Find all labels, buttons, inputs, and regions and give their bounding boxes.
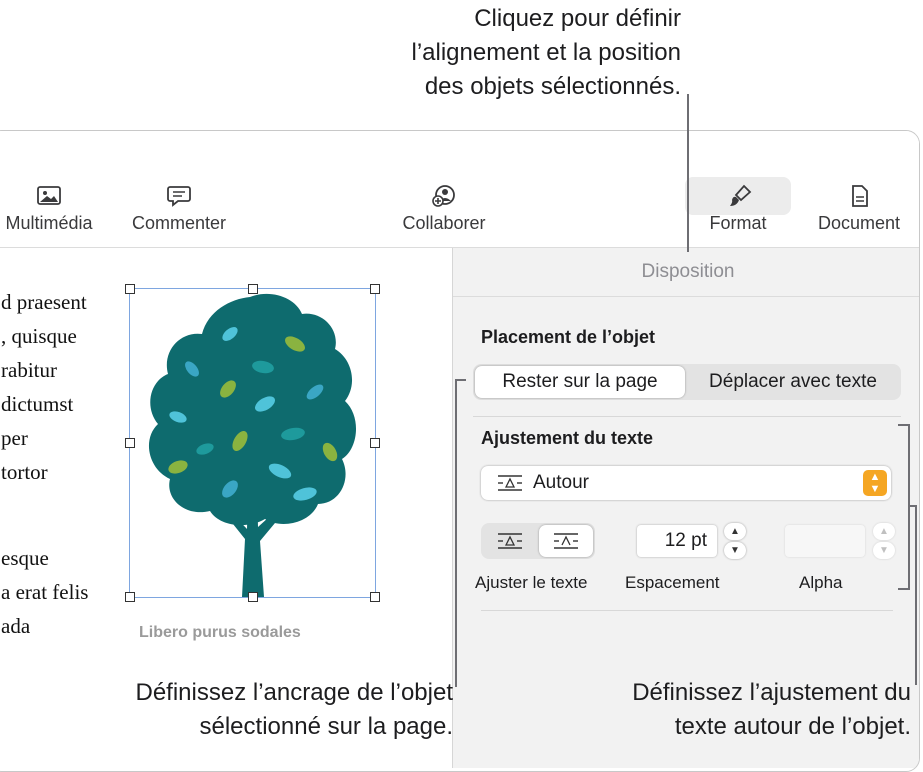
popup-chevrons-icon: ▲ ▼ <box>863 470 887 496</box>
callout-line: texte autour de l’objet. <box>674 713 911 740</box>
collaborate-button[interactable]: Collaborer <box>389 183 499 234</box>
toolbar: Multimédia Commenter Collaborer Format D… <box>0 131 919 248</box>
paintbrush-icon <box>730 184 752 206</box>
text-line: tortor <box>1 460 48 484</box>
callout-line: sélectionné sur la page. <box>199 713 454 740</box>
tab-disposition[interactable]: Disposition <box>453 248 919 297</box>
collaborate-icon <box>432 185 455 207</box>
callout-line: l’alignement et la position <box>411 39 682 66</box>
wrap-popup-value: Autour <box>533 472 589 493</box>
comment-label: Commenter <box>131 213 227 233</box>
photo-icon <box>37 186 61 205</box>
resize-handle[interactable] <box>125 284 135 294</box>
image-caption: Libero purus sodales <box>139 624 301 641</box>
callout-leader-line <box>687 94 689 252</box>
chevron-up-icon[interactable]: ▲ <box>724 523 746 540</box>
callout-line: Cliquez pour définir <box>474 5 681 32</box>
fit-text-label: Ajuster le texte <box>475 573 588 592</box>
spacing-value: 12 pt <box>664 530 707 551</box>
alpha-stepper[interactable]: ▲ ▼ <box>873 523 895 559</box>
wrap-title: Ajustement du texte <box>481 428 654 448</box>
chevron-down-icon[interactable]: ▼ <box>873 542 895 559</box>
placement-title: Placement de l’objet <box>481 327 656 347</box>
media-button[interactable]: Multimédia <box>0 183 109 234</box>
tree-image <box>148 293 357 597</box>
resize-handle[interactable] <box>370 284 380 294</box>
resize-handle[interactable] <box>248 284 258 294</box>
wrap-around-icon <box>498 475 522 491</box>
comment-button[interactable]: Commenter <box>119 183 239 234</box>
spacing-field[interactable]: 12 pt <box>637 525 717 557</box>
callout-bottom-left: Définissez l’ancrage de l’objet sélectio… <box>135 676 453 744</box>
wrap-left-icon <box>498 533 522 549</box>
chevron-up-icon[interactable]: ▲ <box>873 523 895 540</box>
collaborate-label: Collaborer <box>402 213 486 233</box>
text-line: esque <box>1 546 49 570</box>
spacing-stepper[interactable]: ▲ ▼ <box>724 523 746 559</box>
chevron-down-icon[interactable]: ▼ <box>724 542 746 559</box>
text-line: per <box>1 426 28 450</box>
divider <box>473 416 901 417</box>
callout-line: des objets sélectionnés. <box>424 73 681 100</box>
media-label: Multimédia <box>5 213 93 233</box>
callout-top: Cliquez pour définir l’alignement et la … <box>412 2 682 104</box>
move-with-text-option[interactable]: Déplacer avec texte <box>687 366 899 398</box>
document-icon <box>852 185 868 207</box>
alpha-label: Alpha <box>799 573 843 592</box>
fit-text-option-1[interactable] <box>483 525 537 557</box>
text-line: ada <box>1 614 31 638</box>
resize-handle[interactable] <box>370 438 380 448</box>
resize-handle[interactable] <box>370 592 380 602</box>
resize-handle[interactable] <box>125 438 135 448</box>
wrap-popup[interactable]: Autour ▲ ▼ <box>481 466 891 500</box>
callout-bracket-right <box>898 424 910 590</box>
fit-text-option-2[interactable] <box>539 525 593 557</box>
selected-image[interactable] <box>125 284 380 602</box>
resize-handle[interactable] <box>125 592 135 602</box>
callout-bottom-right: Définissez l’ajustement du texte autour … <box>632 676 911 744</box>
document-button[interactable]: Document <box>804 183 914 234</box>
format-label: Format <box>709 213 767 233</box>
fit-text-segmented-control <box>481 523 595 559</box>
spacing-label: Espacement <box>625 573 720 592</box>
resize-handle[interactable] <box>248 592 258 602</box>
alpha-field[interactable] <box>785 525 865 557</box>
text-line: rabitur <box>1 358 57 382</box>
text-line: dictumst <box>1 392 74 416</box>
placement-segmented-control: Rester sur la page Déplacer avec texte <box>473 364 901 400</box>
stay-on-page-option[interactable]: Rester sur la page <box>475 366 685 398</box>
text-line: a erat felis <box>1 580 89 604</box>
callout-bracket-left <box>455 379 466 687</box>
document-label: Document <box>817 213 901 233</box>
comment-icon <box>167 186 191 207</box>
wrap-shape-icon <box>554 533 578 549</box>
callout-line: Définissez l’ajustement du <box>632 679 911 706</box>
text-line: , quisque <box>1 324 77 348</box>
format-button[interactable]: Format <box>685 177 791 234</box>
callout-leader-line <box>915 505 917 685</box>
text-line: d praesent <box>1 290 87 314</box>
callout-line: Définissez l’ancrage de l’objet <box>135 679 453 706</box>
divider <box>481 610 893 611</box>
